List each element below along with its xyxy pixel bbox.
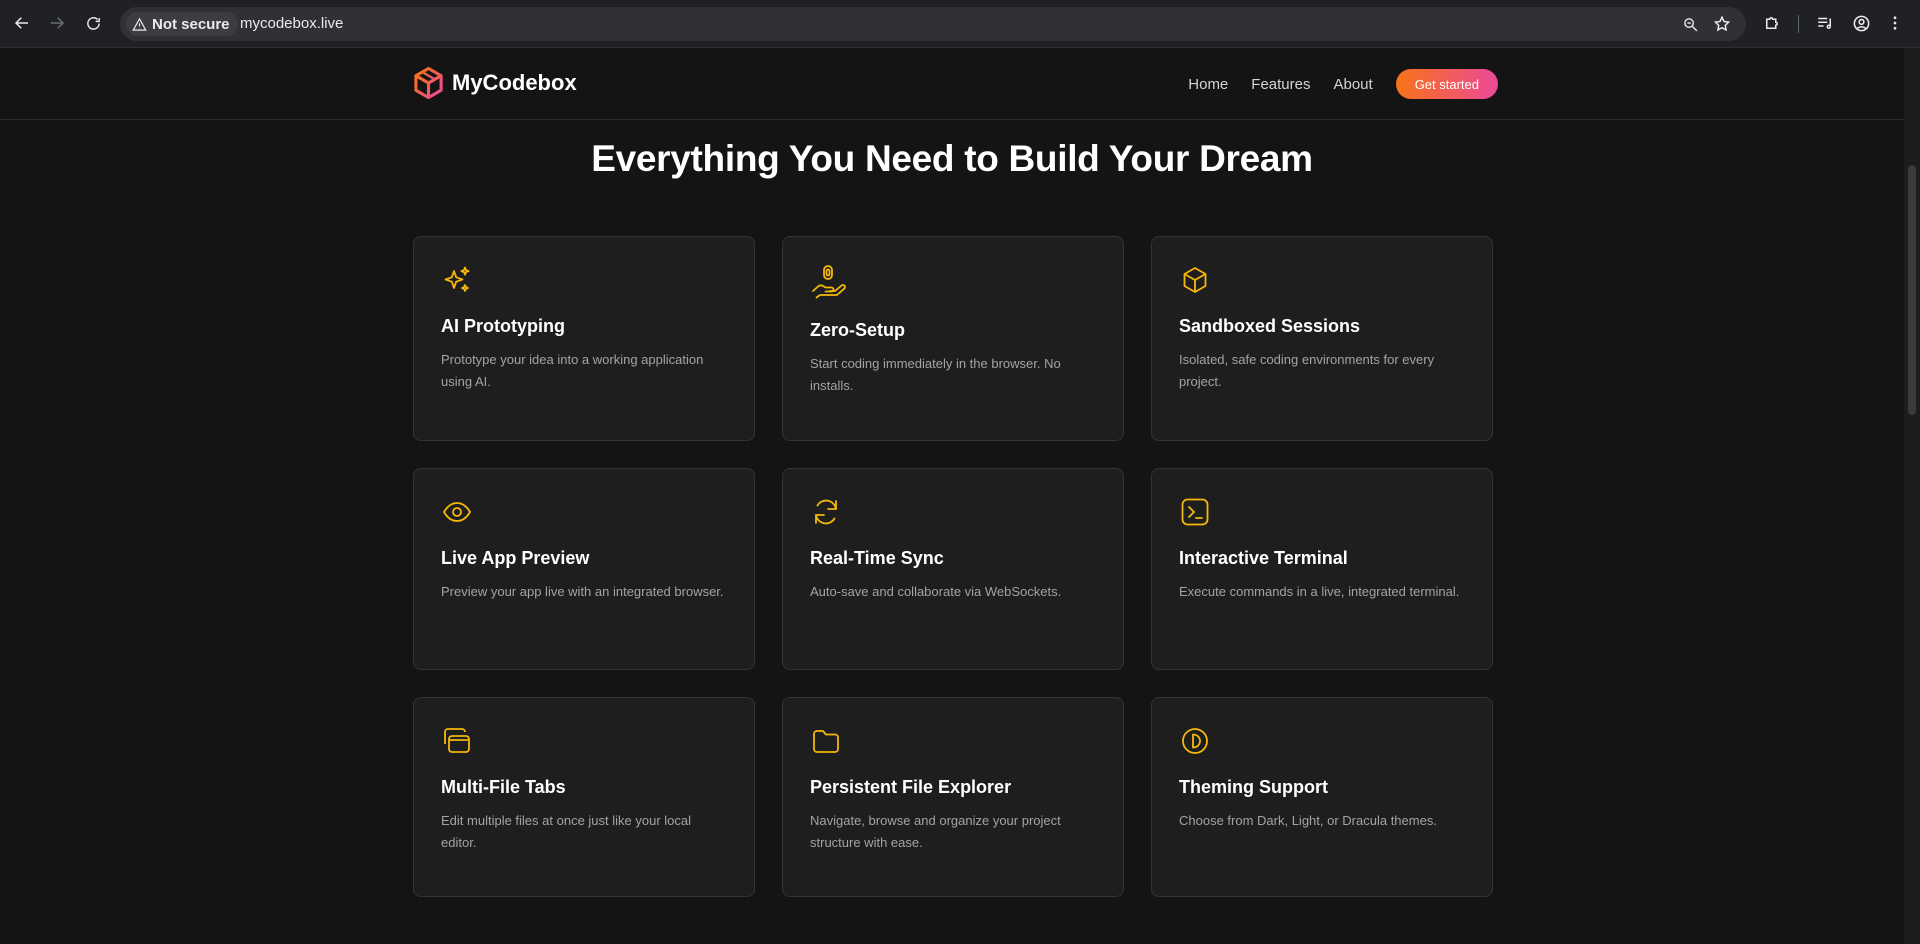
feature-description: Start coding immediately in the browser.… xyxy=(810,356,1061,393)
feature-card: AI Prototyping Prototype your idea into … xyxy=(413,236,755,441)
security-chip[interactable]: Not secure xyxy=(126,12,238,36)
nav-home-link[interactable]: Home xyxy=(1188,76,1228,93)
menu-button[interactable] xyxy=(1883,11,1907,35)
feature-title: Interactive Terminal xyxy=(1179,548,1348,568)
security-label: Not secure xyxy=(152,15,230,33)
url-text[interactable]: mycodebox.live xyxy=(240,15,343,32)
account-icon xyxy=(1853,15,1869,31)
bookmark-button[interactable] xyxy=(1710,12,1734,36)
zoom-button[interactable] xyxy=(1678,12,1702,36)
address-bar[interactable]: Not secure mycodebox.live xyxy=(120,7,1746,41)
brand-name: MyCodebox xyxy=(452,70,577,95)
feature-title: AI Prototyping xyxy=(441,316,565,336)
hand-icon xyxy=(812,265,846,299)
reload-icon xyxy=(86,16,100,30)
folder-icon xyxy=(813,730,839,753)
page-scrollbar[interactable] xyxy=(1904,48,1920,944)
media-button[interactable] xyxy=(1813,11,1837,35)
features-grid: AI Prototyping Prototype your idea into … xyxy=(413,236,1493,897)
sparkles-icon xyxy=(444,266,470,292)
forward-arrow-icon xyxy=(51,17,65,29)
page-viewport: MyCodebox Home Features About Get starte… xyxy=(0,48,1904,944)
eye-icon xyxy=(442,502,472,522)
feature-card: Theming Support Choose from Dark, Light,… xyxy=(1151,697,1493,897)
cube-logo-icon xyxy=(414,66,443,100)
puzzle-icon xyxy=(1766,17,1778,29)
forward-button[interactable] xyxy=(45,11,69,35)
extensions-button[interactable] xyxy=(1760,11,1784,35)
feature-card: Multi-File Tabs Edit multiple files at o… xyxy=(413,697,755,897)
back-arrow-icon xyxy=(14,17,28,29)
scrollbar-thumb[interactable] xyxy=(1908,165,1916,415)
profile-button[interactable] xyxy=(1849,11,1873,35)
feature-card: Sandboxed Sessions Isolated, safe coding… xyxy=(1151,236,1493,441)
warning-icon xyxy=(132,17,147,31)
feature-card: Persistent File Explorer Navigate, brows… xyxy=(782,697,1124,897)
feature-description: Isolated, safe coding environments for e… xyxy=(1179,352,1435,389)
nav-features-link[interactable]: Features xyxy=(1251,76,1310,93)
get-started-button[interactable]: Get started xyxy=(1395,69,1498,99)
feature-title: Zero-Setup xyxy=(810,320,906,340)
back-button[interactable] xyxy=(10,11,34,35)
box-icon xyxy=(1183,267,1207,293)
browser-toolbar: Not secure mycodebox.live xyxy=(0,0,1920,48)
feature-title: Sandboxed Sessions xyxy=(1179,316,1361,336)
star-icon xyxy=(1713,15,1731,32)
feature-card: Live App Preview Preview your app live w… xyxy=(413,468,755,670)
zoom-icon xyxy=(1683,17,1697,31)
toolbar-divider xyxy=(1798,15,1799,33)
feature-title: Real-Time Sync xyxy=(810,548,944,568)
feature-card: Real-Time Sync Auto-save and collaborate… xyxy=(782,468,1124,670)
kebab-menu-icon xyxy=(1893,16,1897,30)
brand-logo-link[interactable]: MyCodebox xyxy=(413,66,577,100)
feature-card: Zero-Setup Start coding immediately in t… xyxy=(782,236,1124,441)
feature-title: Multi-File Tabs xyxy=(441,777,566,797)
theme-icon xyxy=(1182,728,1208,754)
nav-about-link[interactable]: About xyxy=(1333,76,1372,93)
feature-description: Navigate, browse and organize your proje… xyxy=(810,813,1061,850)
features-heading: Everything You Need to Build Your Dream xyxy=(591,138,1313,179)
feature-title: Live App Preview xyxy=(441,548,590,568)
feature-description: Auto-save and collaborate via WebSockets… xyxy=(810,584,1062,599)
feature-title: Theming Support xyxy=(1179,777,1328,797)
terminal-icon xyxy=(1181,498,1209,526)
feature-description: Edit multiple files at once just like yo… xyxy=(441,813,692,850)
site-header: MyCodebox Home Features About Get starte… xyxy=(0,48,1904,120)
feature-title: Persistent File Explorer xyxy=(810,777,1012,797)
site-nav: Home Features About Get started xyxy=(1188,69,1498,99)
tabs-icon xyxy=(444,728,470,753)
sync-icon xyxy=(815,499,837,525)
reload-button[interactable] xyxy=(81,11,105,35)
feature-description: Choose from Dark, Light, or Dracula them… xyxy=(1179,813,1437,828)
feature-description: Execute commands in a live, integrated t… xyxy=(1179,584,1460,599)
feature-description: Prototype your idea into a working appli… xyxy=(441,352,704,389)
feature-card: Interactive Terminal Execute commands in… xyxy=(1151,468,1493,670)
feature-description: Preview your app live with an integrated… xyxy=(441,584,724,599)
playlist-icon xyxy=(1818,17,1831,29)
